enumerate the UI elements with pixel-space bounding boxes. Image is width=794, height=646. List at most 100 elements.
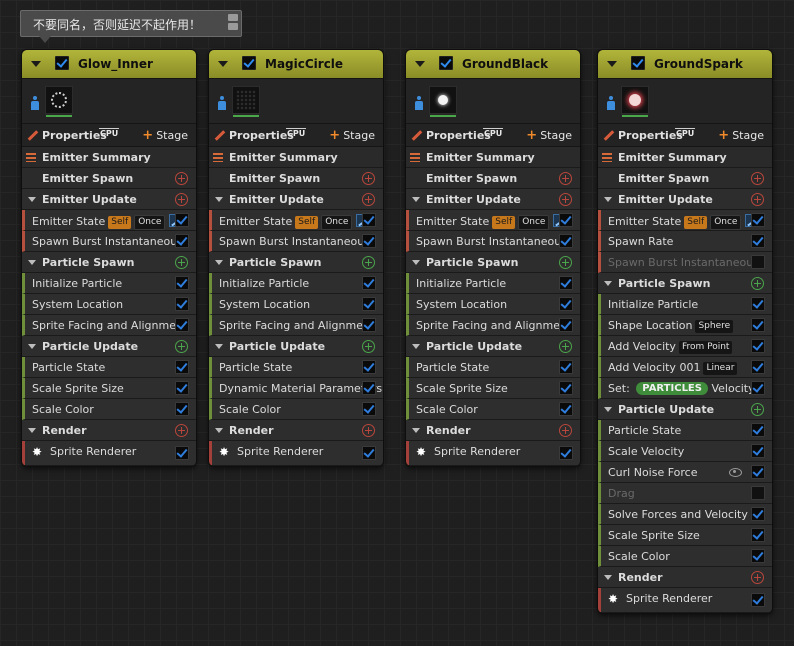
expand-arrow-icon[interactable] (412, 260, 420, 265)
module-system-location[interactable]: System Location (406, 294, 580, 315)
collapse-arrow-icon[interactable] (218, 61, 228, 67)
module-spawn-burst-instantaneous[interactable]: Spawn Burst Instantaneous (406, 231, 580, 252)
module-enable-checkbox[interactable] (559, 402, 573, 416)
module-enable-checkbox[interactable] (751, 549, 765, 563)
expand-arrow-icon[interactable] (412, 344, 420, 349)
module-enable-checkbox[interactable] (559, 381, 573, 395)
emitter-update-group[interactable]: Emitter Update (406, 189, 580, 210)
add-module-icon[interactable] (362, 256, 375, 269)
module-enable-checkbox[interactable] (559, 276, 573, 290)
module-enable-checkbox[interactable] (751, 486, 765, 500)
module-enable-checkbox[interactable] (751, 339, 765, 353)
module-enable-checkbox[interactable] (751, 444, 765, 458)
add-stage-button[interactable]: + Stage (526, 128, 572, 143)
module-spawn-burst-instantaneous[interactable]: Spawn Burst Instantaneous (22, 231, 196, 252)
particle-update-group[interactable]: Particle Update (406, 336, 580, 357)
module-enable-checkbox[interactable] (559, 360, 573, 374)
module-sprite-facing-and-alignment[interactable]: Sprite Facing and Alignment (406, 315, 580, 336)
module-enable-checkbox[interactable] (751, 507, 765, 521)
emitter-summary-row[interactable]: Emitter Summary (209, 147, 383, 168)
module-enable-checkbox[interactable] (362, 297, 376, 311)
dotted-texture[interactable] (232, 86, 260, 117)
properties-row[interactable]: Properties CPU + Stage (406, 124, 580, 147)
add-module-icon[interactable] (751, 571, 764, 584)
module-sprite-facing-and-alignment[interactable]: Sprite Facing and Alignment (209, 315, 383, 336)
module-sprite-renderer[interactable]: ✸ Sprite Renderer (406, 441, 580, 466)
white-ball-texture[interactable] (429, 86, 457, 117)
module-emitter-state[interactable]: Emitter State Self Once (406, 210, 580, 231)
emitter-node[interactable]: Glow_Inner Properties CPU + Stage Emitter… (21, 49, 197, 467)
add-module-icon[interactable] (751, 193, 764, 206)
collapse-arrow-icon[interactable] (31, 61, 41, 67)
eye-icon[interactable] (729, 468, 742, 477)
add-module-icon[interactable] (362, 193, 375, 206)
add-module-icon[interactable] (559, 424, 572, 437)
module-enable-checkbox[interactable] (559, 446, 573, 460)
module-enable-checkbox[interactable] (751, 465, 765, 479)
module-particle-state[interactable]: Particle State (406, 357, 580, 378)
module-set[interactable]: Set: PARTICLES Velocity (598, 378, 772, 399)
module-enable-checkbox[interactable] (751, 318, 765, 332)
emitter-update-group[interactable]: Emitter Update (22, 189, 196, 210)
module-drag[interactable]: Drag (598, 483, 772, 504)
expand-arrow-icon[interactable] (28, 197, 36, 202)
emitter-summary-row[interactable]: Emitter Summary (598, 147, 772, 168)
red-spark-texture[interactable] (621, 86, 649, 117)
add-module-icon[interactable] (175, 172, 188, 185)
add-module-icon[interactable] (175, 340, 188, 353)
module-enable-checkbox[interactable] (751, 381, 765, 395)
add-module-icon[interactable] (175, 424, 188, 437)
module-scale-color[interactable]: Scale Color (22, 399, 196, 420)
module-enable-checkbox[interactable] (362, 213, 376, 227)
module-scale-velocity[interactable]: Scale Velocity (598, 441, 772, 462)
module-solve-forces-and-velocity[interactable]: Solve Forces and Velocity (598, 504, 772, 525)
add-module-icon[interactable] (362, 340, 375, 353)
properties-row[interactable]: Properties CPU + Stage (22, 124, 196, 147)
expand-arrow-icon[interactable] (215, 260, 223, 265)
particle-spawn-group[interactable]: Particle Spawn (22, 252, 196, 273)
module-enable-checkbox[interactable] (751, 255, 765, 269)
emitter-spawn-group[interactable]: Emitter Spawn (406, 168, 580, 189)
add-module-icon[interactable] (362, 172, 375, 185)
emitter-spawn-group[interactable]: Emitter Spawn (22, 168, 196, 189)
emitter-enable-checkbox[interactable] (55, 56, 69, 70)
expand-arrow-icon[interactable] (215, 344, 223, 349)
module-scale-color[interactable]: Scale Color (406, 399, 580, 420)
module-enable-checkbox[interactable] (559, 234, 573, 248)
add-module-icon[interactable] (362, 424, 375, 437)
add-stage-button[interactable]: + Stage (142, 128, 188, 143)
add-module-icon[interactable] (175, 193, 188, 206)
particle-spawn-group[interactable]: Particle Spawn (209, 252, 383, 273)
ring-texture[interactable] (45, 86, 73, 117)
emitter-update-group[interactable]: Emitter Update (209, 189, 383, 210)
emitter-summary-row[interactable]: Emitter Summary (22, 147, 196, 168)
module-scale-sprite-size[interactable]: Scale Sprite Size (598, 525, 772, 546)
module-scale-sprite-size[interactable]: Scale Sprite Size (22, 378, 196, 399)
module-enable-checkbox[interactable] (559, 297, 573, 311)
module-initialize-particle[interactable]: Initialize Particle (598, 294, 772, 315)
collapse-arrow-icon[interactable] (607, 61, 617, 67)
module-scale-color[interactable]: Scale Color (209, 399, 383, 420)
module-initialize-particle[interactable]: Initialize Particle (406, 273, 580, 294)
render-group[interactable]: Render (598, 567, 772, 588)
module-enable-checkbox[interactable] (751, 360, 765, 374)
module-enable-checkbox[interactable] (362, 234, 376, 248)
add-module-icon[interactable] (559, 340, 572, 353)
add-module-icon[interactable] (559, 172, 572, 185)
emitter-enable-checkbox[interactable] (631, 56, 645, 70)
module-spawn-burst-instantaneous[interactable]: Spawn Burst Instantaneous (209, 231, 383, 252)
module-enable-checkbox[interactable] (175, 402, 189, 416)
expand-arrow-icon[interactable] (215, 197, 223, 202)
module-shape-location[interactable]: Shape Location Sphere (598, 315, 772, 336)
module-enable-checkbox[interactable] (362, 446, 376, 460)
emitter-node[interactable]: GroundBlack Properties CPU + Stage Emitte… (405, 49, 581, 467)
render-group[interactable]: Render (406, 420, 580, 441)
module-enable-checkbox[interactable] (559, 318, 573, 332)
module-enable-checkbox[interactable] (751, 593, 765, 607)
module-initialize-particle[interactable]: Initialize Particle (209, 273, 383, 294)
module-scale-color[interactable]: Scale Color (598, 546, 772, 567)
properties-row[interactable]: Properties CPU + Stage (209, 124, 383, 147)
emitter-enable-checkbox[interactable] (242, 56, 256, 70)
module-particle-state[interactable]: Particle State (22, 357, 196, 378)
module-enable-checkbox[interactable] (362, 318, 376, 332)
